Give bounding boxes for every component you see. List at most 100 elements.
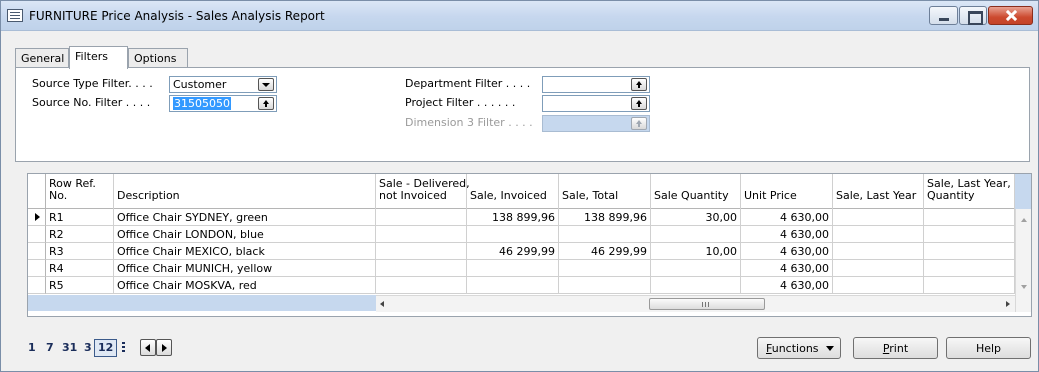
previous-icon[interactable] bbox=[140, 339, 156, 356]
column-header-delivered[interactable]: Sale - Delivered, not Invoiced bbox=[376, 174, 470, 209]
tab-options[interactable]: Options bbox=[128, 48, 188, 68]
total-cell[interactable]: 138 899,96 bbox=[559, 209, 651, 226]
delivered-cell[interactable] bbox=[376, 243, 467, 260]
horizontal-scrollbar[interactable] bbox=[376, 295, 1016, 312]
new-row-area[interactable] bbox=[28, 295, 376, 311]
minimize-button[interactable] bbox=[929, 6, 958, 25]
table-row[interactable]: R3 Office Chair MEXICO, black 46 299,99 … bbox=[28, 243, 1031, 260]
close-button[interactable] bbox=[988, 6, 1033, 25]
delivered-cell[interactable] bbox=[376, 226, 467, 243]
description-cell[interactable]: Office Chair MOSKVA, red bbox=[114, 277, 376, 294]
delivered-cell[interactable] bbox=[376, 209, 467, 226]
column-header-description[interactable]: Description bbox=[114, 174, 376, 209]
lookup-icon[interactable] bbox=[258, 97, 274, 110]
invoiced-cell[interactable] bbox=[467, 277, 559, 294]
total-cell[interactable] bbox=[559, 226, 651, 243]
lookup-icon[interactable] bbox=[631, 78, 647, 91]
last-year-quantity-cell[interactable] bbox=[924, 226, 1015, 243]
total-cell[interactable] bbox=[559, 260, 651, 277]
vertical-scrollbar[interactable] bbox=[1015, 209, 1031, 312]
row-ref-cell[interactable]: R4 bbox=[46, 260, 114, 277]
row-ref-cell[interactable]: R1 bbox=[46, 209, 114, 226]
source-type-filter-select[interactable]: Customer bbox=[169, 76, 277, 93]
row-selector[interactable] bbox=[28, 277, 46, 294]
row-ref-cell[interactable]: R3 bbox=[46, 243, 114, 260]
last-year-cell[interactable] bbox=[833, 226, 924, 243]
help-button[interactable]: Help bbox=[946, 337, 1031, 359]
row-selector[interactable] bbox=[28, 226, 46, 243]
last-year-cell[interactable] bbox=[833, 243, 924, 260]
invoiced-cell[interactable]: 46 299,99 bbox=[467, 243, 559, 260]
column-header-last-year-quantity[interactable]: Sale, Last Year, Quantity bbox=[924, 174, 1015, 209]
delivered-cell[interactable] bbox=[376, 260, 467, 277]
column-header-row-ref[interactable]: Row Ref. No. bbox=[46, 174, 114, 209]
quantity-cell[interactable]: 30,00 bbox=[651, 209, 741, 226]
quantity-cell[interactable] bbox=[651, 277, 741, 294]
quantity-cell[interactable] bbox=[651, 226, 741, 243]
column-header-invoiced[interactable]: Sale, Invoiced bbox=[467, 174, 559, 209]
print-button[interactable]: Print bbox=[853, 337, 938, 359]
source-no-filter-label: Source No. Filter . . . . bbox=[32, 96, 151, 109]
department-filter-input[interactable] bbox=[542, 76, 650, 93]
pager-item-selected[interactable]: 12 bbox=[94, 339, 118, 357]
description-cell[interactable]: Office Chair MEXICO, black bbox=[114, 243, 376, 260]
unit-price-cell[interactable]: 4 630,00 bbox=[741, 277, 833, 294]
row-ref-cell[interactable]: R2 bbox=[46, 226, 114, 243]
functions-button[interactable]: Functions bbox=[757, 337, 841, 359]
scroll-left-icon[interactable] bbox=[380, 301, 384, 307]
unit-price-cell[interactable]: 4 630,00 bbox=[741, 243, 833, 260]
maximize-button[interactable] bbox=[959, 6, 987, 25]
tab-general[interactable]: General bbox=[15, 48, 69, 68]
pager-item[interactable]: 7 bbox=[46, 341, 54, 354]
row-ref-cell[interactable]: R5 bbox=[46, 277, 114, 294]
last-year-cell[interactable] bbox=[833, 209, 924, 226]
last-year-quantity-cell[interactable] bbox=[924, 260, 1015, 277]
column-header-total[interactable]: Sale, Total bbox=[559, 174, 651, 209]
column-header-quantity[interactable]: Sale Quantity bbox=[651, 174, 741, 209]
description-cell[interactable]: Office Chair MUNICH, yellow bbox=[114, 260, 376, 277]
invoiced-cell[interactable] bbox=[467, 226, 559, 243]
description-cell[interactable]: Office Chair LONDON, blue bbox=[114, 226, 376, 243]
last-year-quantity-cell[interactable] bbox=[924, 243, 1015, 260]
tab-filters[interactable]: Filters bbox=[69, 46, 128, 69]
dropdown-arrow-icon[interactable] bbox=[258, 78, 274, 91]
total-cell[interactable]: 46 299,99 bbox=[559, 243, 651, 260]
scroll-right-icon[interactable] bbox=[1006, 301, 1010, 307]
table-row[interactable]: R5 Office Chair MOSKVA, red 4 630,00 bbox=[28, 277, 1031, 294]
scroll-thumb[interactable] bbox=[649, 298, 765, 310]
last-year-quantity-cell[interactable] bbox=[924, 209, 1015, 226]
table-row[interactable]: R2 Office Chair LONDON, blue 4 630,00 bbox=[28, 226, 1031, 243]
last-year-cell[interactable] bbox=[833, 260, 924, 277]
quantity-cell[interactable] bbox=[651, 260, 741, 277]
current-row-marker-icon[interactable] bbox=[28, 209, 46, 226]
row-selector-header bbox=[28, 174, 46, 209]
pager-item[interactable]: 3 bbox=[84, 341, 92, 354]
invoiced-cell[interactable] bbox=[467, 260, 559, 277]
delivered-cell[interactable] bbox=[376, 277, 467, 294]
invoiced-cell[interactable]: 138 899,96 bbox=[467, 209, 559, 226]
next-icon[interactable] bbox=[156, 339, 172, 356]
table-row[interactable]: R1 Office Chair SYDNEY, green 138 899,96… bbox=[28, 209, 1031, 226]
last-year-quantity-cell[interactable] bbox=[924, 277, 1015, 294]
title-bar[interactable]: FURNITURE Price Analysis - Sales Analysi… bbox=[1, 1, 1038, 31]
last-year-cell[interactable] bbox=[833, 277, 924, 294]
more-icon[interactable] bbox=[122, 342, 125, 353]
unit-price-cell[interactable]: 4 630,00 bbox=[741, 209, 833, 226]
source-no-filter-input[interactable]: 31505050 bbox=[169, 95, 277, 112]
description-cell[interactable]: Office Chair SYDNEY, green bbox=[114, 209, 376, 226]
scroll-down-icon[interactable] bbox=[1021, 285, 1027, 289]
project-filter-input[interactable] bbox=[542, 95, 650, 112]
total-cell[interactable] bbox=[559, 277, 651, 294]
row-selector[interactable] bbox=[28, 260, 46, 277]
row-selector[interactable] bbox=[28, 243, 46, 260]
pager-item[interactable]: 31 bbox=[62, 341, 77, 354]
column-header-unit-price[interactable]: Unit Price bbox=[741, 174, 833, 209]
unit-price-cell[interactable]: 4 630,00 bbox=[741, 226, 833, 243]
table-row[interactable]: R4 Office Chair MUNICH, yellow 4 630,00 bbox=[28, 260, 1031, 277]
column-header-last-year[interactable]: Sale, Last Year bbox=[833, 174, 924, 209]
quantity-cell[interactable]: 10,00 bbox=[651, 243, 741, 260]
pager-item[interactable]: 1 bbox=[28, 341, 36, 354]
lookup-icon[interactable] bbox=[631, 97, 647, 110]
scroll-up-icon[interactable] bbox=[1021, 218, 1027, 222]
unit-price-cell[interactable]: 4 630,00 bbox=[741, 260, 833, 277]
